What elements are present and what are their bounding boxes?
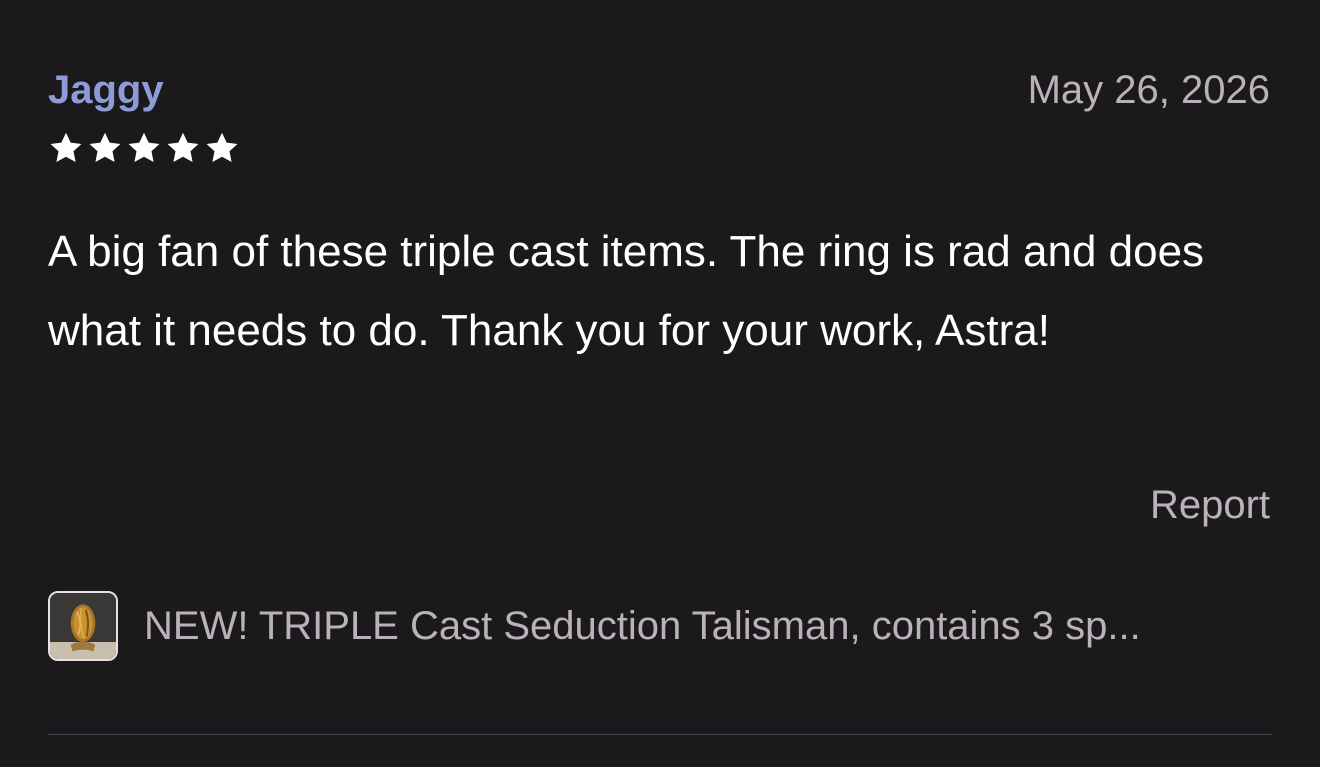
star-icon [87, 130, 123, 172]
ring-product-thumbnail-icon[interactable] [48, 591, 118, 661]
review-divider [48, 734, 1272, 735]
star-icon [48, 130, 84, 172]
star-icon [126, 130, 162, 172]
review-text: A big fan of these triple cast items. Th… [48, 227, 1205, 355]
product-title[interactable]: NEW! TRIPLE Cast Seduction Talisman, con… [144, 602, 1141, 650]
star-icon [165, 130, 201, 172]
review-date: May 26, 2026 [1027, 68, 1270, 112]
star-icon [204, 130, 240, 172]
reviewed-product-link[interactable]: NEW! TRIPLE Cast Seduction Talisman, con… [48, 588, 1272, 664]
report-link[interactable]: Report [1150, 481, 1270, 529]
reviewer-name[interactable]: Jaggy [48, 66, 164, 114]
star-rating [48, 130, 240, 172]
